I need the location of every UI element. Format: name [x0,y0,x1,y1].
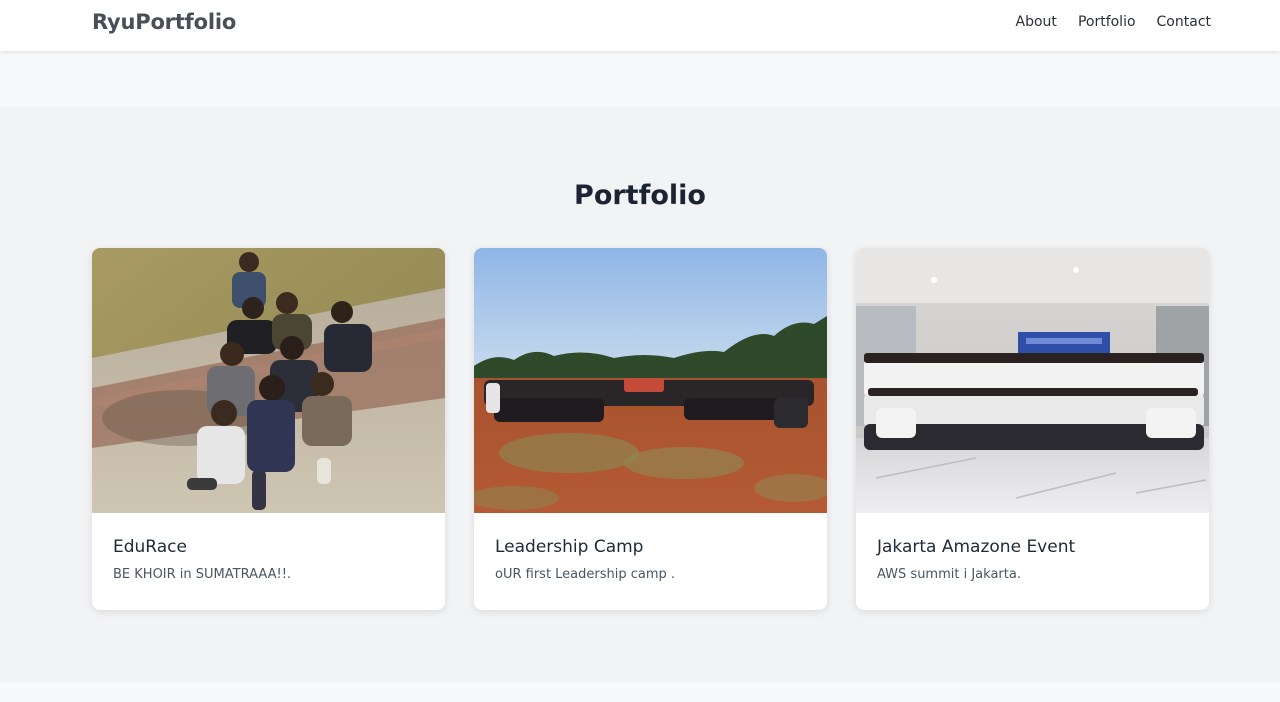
card-body: Jakarta Amazone Event AWS summit i Jakar… [856,513,1209,582]
brand-logo-link[interactable]: RyuPortfolio [92,10,236,34]
card-description: BE KHOIR in SUMATRAAA!!. [113,567,292,582]
nav-links: About Portfolio Contact [1016,14,1211,30]
portfolio-card-edurace[interactable]: EduRace BE KHOIR in SUMATRAAA!!. [92,248,445,610]
portfolio-section: Portfolio EduRace BE KHOIR in SUMATRAAA!… [0,106,1280,682]
card-description: AWS summit i Jakarta. [877,567,1021,582]
leadership-camp-photo [474,248,827,513]
card-body: Leadership Camp oUR first Leadership cam… [474,513,827,582]
nav-link-portfolio[interactable]: Portfolio [1078,14,1136,30]
nav-link-contact[interactable]: Contact [1157,14,1211,30]
nav-link-about[interactable]: About [1016,14,1057,30]
hero-spacer [0,51,1280,106]
navbar: RyuPortfolio About Portfolio Contact [0,0,1280,51]
edurace-photo [92,248,445,513]
jakarta-event-photo [856,248,1209,513]
card-body: EduRace BE KHOIR in SUMATRAAA!!. [92,513,445,582]
section-title: Portfolio [574,180,706,211]
card-description: oUR first Leadership camp . [495,567,676,582]
card-title: Jakarta Amazone Event [877,537,1076,557]
portfolio-cards: EduRace BE KHOIR in SUMATRAAA!!. Leaders… [92,248,1210,610]
card-title: EduRace [113,537,187,557]
footer-band [0,682,1280,702]
card-title: Leadership Camp [495,537,644,557]
portfolio-card-jakarta-amazone-event[interactable]: Jakarta Amazone Event AWS summit i Jakar… [856,248,1209,610]
portfolio-card-leadership-camp[interactable]: Leadership Camp oUR first Leadership cam… [474,248,827,610]
